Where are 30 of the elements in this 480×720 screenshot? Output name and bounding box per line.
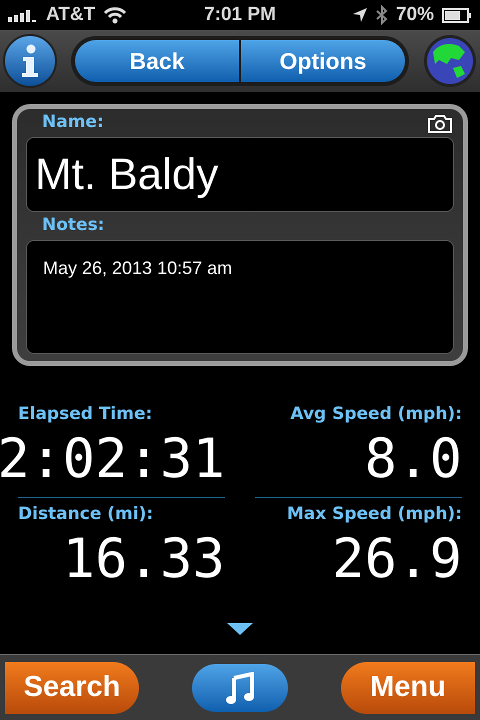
battery-percent: 70% bbox=[396, 2, 434, 27]
name-field[interactable]: Mt. Baldy bbox=[26, 137, 454, 212]
notes-field[interactable]: May 26, 2013 10:57 am bbox=[26, 240, 454, 354]
battery-icon bbox=[442, 8, 472, 22]
search-button[interactable]: Search bbox=[5, 662, 139, 714]
toolbar-button[interactable]: Options bbox=[241, 40, 405, 82]
name-label: Name: bbox=[42, 111, 104, 134]
bluetooth-icon bbox=[376, 5, 388, 25]
camera-icon[interactable] bbox=[428, 114, 452, 132]
music-button[interactable] bbox=[192, 664, 288, 712]
toolbar-button[interactable]: Back bbox=[75, 40, 239, 82]
stat-label: Elapsed Time: bbox=[18, 403, 152, 426]
globe-icon[interactable] bbox=[423, 34, 477, 88]
signal-icon bbox=[8, 8, 38, 22]
stat-label: Avg Speed (mph): bbox=[290, 403, 462, 426]
menu-button[interactable]: Menu bbox=[341, 662, 475, 714]
location-arrow-icon bbox=[352, 7, 368, 23]
notes-label: Notes: bbox=[42, 214, 104, 238]
stat-value: 26.9 bbox=[332, 528, 462, 590]
stat-value: 8.0 bbox=[364, 428, 462, 490]
stat-value: 2:02:31 bbox=[0, 428, 225, 490]
stat-label: Max Speed (mph): bbox=[286, 503, 462, 526]
clock-time: 7:01 PM bbox=[204, 2, 276, 27]
stat-label: Distance (mi): bbox=[18, 503, 154, 526]
expand-arrow-icon[interactable] bbox=[226, 622, 254, 636]
wifi-icon bbox=[103, 6, 128, 24]
carrier-name: AT&T bbox=[46, 2, 96, 27]
stat-value: 16.33 bbox=[62, 528, 225, 590]
music-note-icon bbox=[226, 672, 254, 704]
info-icon bbox=[21, 44, 39, 78]
